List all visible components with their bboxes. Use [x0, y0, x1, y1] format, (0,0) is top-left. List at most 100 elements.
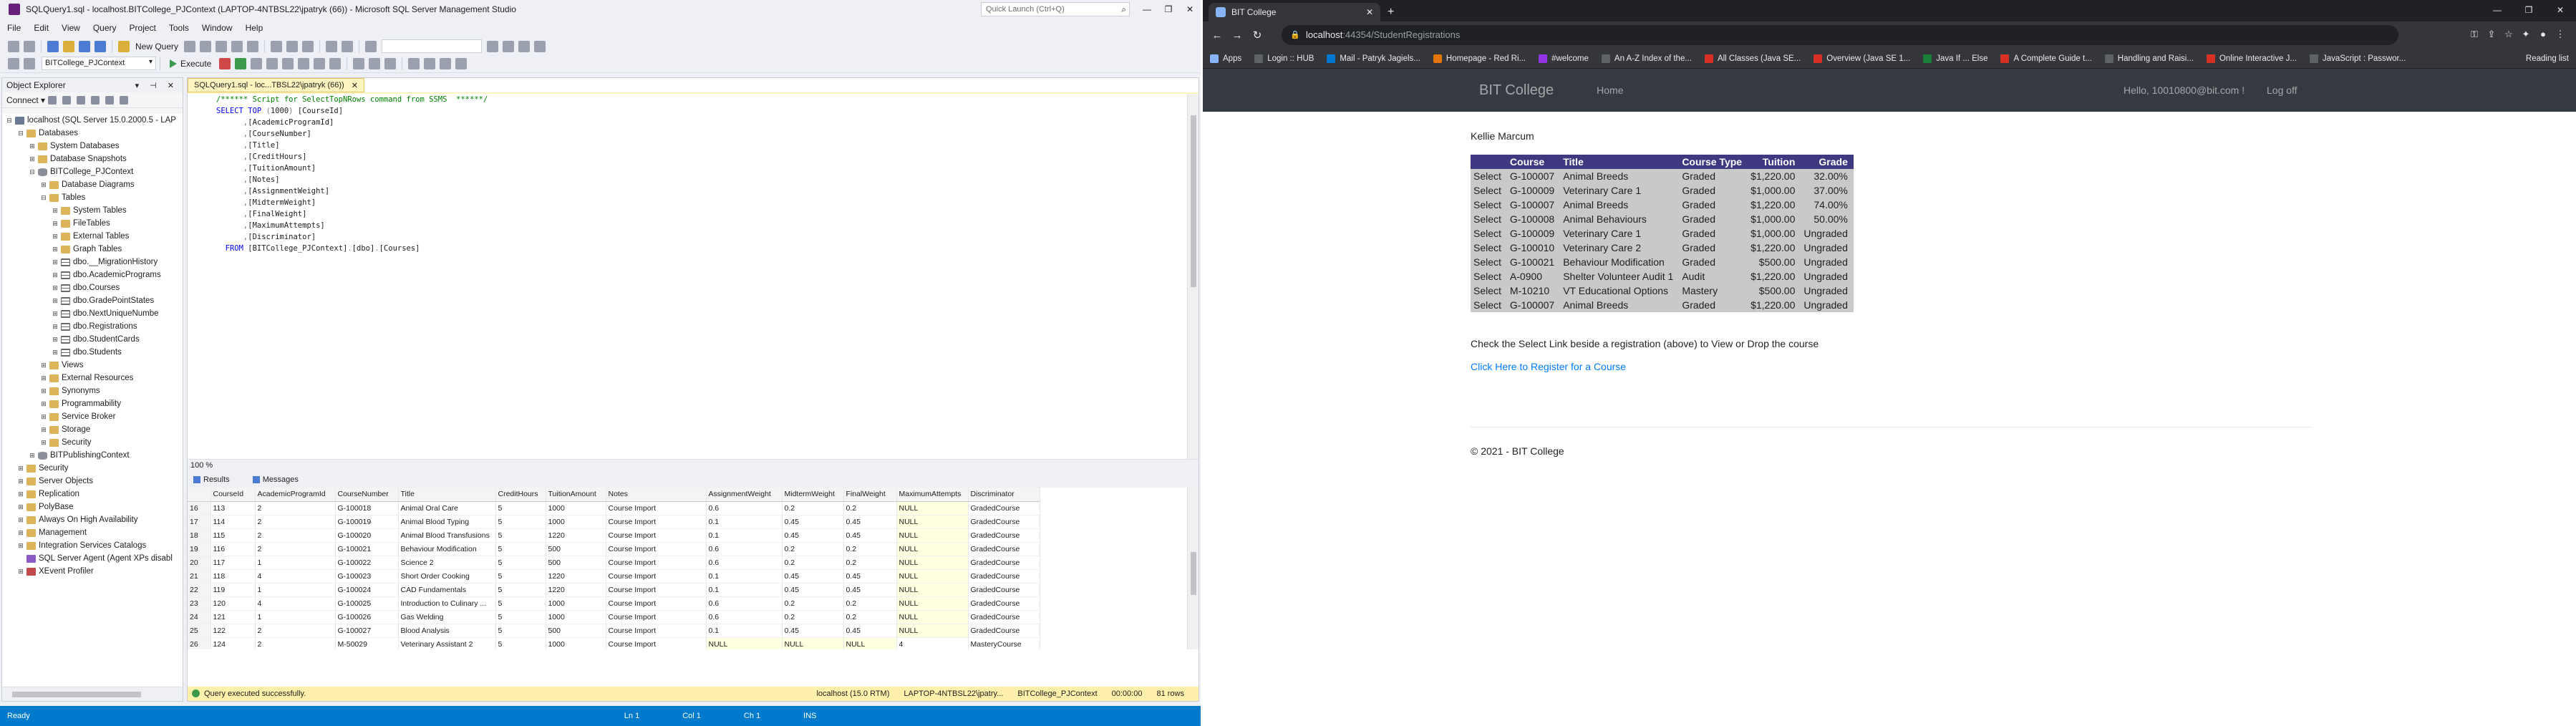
grid-cell[interactable]: NULL	[896, 556, 969, 570]
bookmark-item[interactable]: A Complete Guide t...	[2000, 54, 2092, 63]
column-header[interactable]: MidtermWeight	[782, 488, 844, 502]
stop-icon[interactable]	[219, 57, 231, 69]
tree-node[interactable]: ⊟ Tables	[2, 191, 183, 204]
grid-cell[interactable]: 115	[210, 528, 256, 543]
cut-icon[interactable]	[271, 40, 283, 52]
select-link[interactable]: Select	[1471, 169, 1507, 183]
extensions-icon[interactable]: ✦	[2517, 29, 2534, 40]
profile-icon[interactable]: ●	[2534, 29, 2552, 40]
tree-node[interactable]: ⊞ dbo.StudentCards	[2, 333, 183, 346]
grid-cell[interactable]: G-100021	[335, 542, 399, 556]
site-brand-link[interactable]: BIT College	[1479, 82, 1554, 99]
tree-node[interactable]: ⊞ Integration Services Catalogs	[2, 539, 183, 552]
grid-cell[interactable]: 1220	[546, 528, 606, 543]
grid-cell[interactable]: 0.2	[782, 610, 844, 624]
row-number[interactable]: 18	[188, 528, 211, 543]
bookmark-item[interactable]: Login :: HUB	[1254, 54, 1314, 63]
grid-cell[interactable]: 0.2	[843, 596, 897, 611]
expand-toggle-icon[interactable]: ⊞	[16, 488, 25, 500]
menu-edit[interactable]: Edit	[34, 23, 49, 33]
grid-cell[interactable]: 500	[546, 624, 606, 638]
grid-cell[interactable]: 2	[255, 501, 336, 516]
expand-toggle-icon[interactable]: ⊞	[39, 372, 48, 384]
reading-list-button[interactable]: Reading list	[2526, 49, 2569, 69]
grid-cell[interactable]: 116	[210, 542, 256, 556]
stop-icon[interactable]	[77, 95, 86, 105]
grid-cell[interactable]: 1000	[546, 610, 606, 624]
table-row[interactable]: 23 120 4 G-100025 Introduction to Culinary .…	[188, 596, 1040, 611]
grid-cell[interactable]: 2	[255, 528, 336, 543]
back-icon[interactable]	[8, 40, 19, 52]
bookmark-item[interactable]: All Classes (Java SE...	[1704, 54, 1801, 63]
paste-icon[interactable]	[302, 40, 314, 52]
menu-tools[interactable]: Tools	[169, 23, 189, 33]
connect-server-icon[interactable]	[48, 95, 57, 105]
menu-view[interactable]: View	[62, 23, 80, 33]
grid-cell[interactable]: Course Import	[606, 583, 707, 597]
menu-help[interactable]: Help	[246, 23, 263, 33]
select-link[interactable]: Select	[1471, 284, 1507, 298]
grid-cell[interactable]: 1000	[546, 515, 606, 529]
grid-cell[interactable]: 5	[495, 501, 546, 516]
grid-cell[interactable]: 2	[255, 624, 336, 638]
grid-cell[interactable]: MasteryCourse	[968, 637, 1040, 649]
tree-node[interactable]: ⊞ BITPublishingContext	[2, 449, 183, 462]
tree-node[interactable]: ⊞ Graph Tables	[2, 243, 183, 256]
grid-cell[interactable]: 1000	[546, 637, 606, 649]
grid-cell[interactable]: G-100019	[335, 515, 399, 529]
expand-toggle-icon[interactable]: ⊞	[51, 204, 59, 217]
tree-node[interactable]: ⊞ Replication	[2, 488, 183, 500]
results-grid[interactable]: CourseId AcademicProgramId CourseNumber Tit…	[188, 488, 1187, 649]
grid-cell[interactable]: 117	[210, 556, 256, 570]
select-link[interactable]: Select	[1471, 298, 1507, 312]
intellisense-icon[interactable]	[282, 57, 294, 69]
table-row[interactable]: 24 121 1 G-100026 Gas Welding 5 1000 Course Imp…	[188, 610, 1040, 624]
grid-cell[interactable]: 0.2	[843, 542, 897, 556]
grid-cell[interactable]: 121	[210, 610, 256, 624]
grid-cell[interactable]: 2	[255, 637, 336, 649]
grid-cell[interactable]: CAD Fundamentals	[398, 583, 496, 597]
column-header[interactable]: AssignmentWeight	[706, 488, 783, 502]
grid-cell[interactable]: 2	[255, 542, 336, 556]
grid-cell[interactable]: 0.2	[782, 596, 844, 611]
close-button[interactable]: ✕	[1179, 0, 1201, 19]
grid-cell[interactable]: 118	[210, 569, 256, 584]
table-row[interactable]: 25 122 2 G-100027 Blood Analysis 5 500 Course I…	[188, 624, 1040, 638]
menu-project[interactable]: Project	[130, 23, 156, 33]
zoom-level[interactable]: 100 %	[188, 459, 1199, 472]
select-link[interactable]: Select	[1471, 241, 1507, 255]
grid-cell[interactable]: 0.1	[706, 569, 783, 584]
grid-cell[interactable]: 1000	[546, 596, 606, 611]
grid-cell[interactable]: NULL	[896, 610, 969, 624]
grid-cell[interactable]: 5	[495, 624, 546, 638]
row-number[interactable]: 26	[188, 637, 211, 649]
tree-node[interactable]: ⊞ dbo.AcademicPrograms	[2, 268, 183, 281]
grid-cell[interactable]: NULL	[782, 637, 844, 649]
query-designer-icon[interactable]	[266, 57, 279, 69]
grid-cell[interactable]: 5	[495, 569, 546, 584]
expand-toggle-icon[interactable]: ⊞	[51, 307, 59, 320]
tree-node[interactable]: ⊞ Database Diagrams	[2, 178, 183, 191]
logoff-link[interactable]: Log off	[2267, 84, 2297, 96]
grid-cell[interactable]: NULL	[896, 515, 969, 529]
expand-toggle-icon[interactable]: ⊞	[16, 539, 25, 552]
grid-cell[interactable]: NULL	[896, 569, 969, 584]
grid-cell[interactable]: GradedCourse	[968, 583, 1040, 597]
close-tab-icon[interactable]: ✕	[352, 81, 358, 90]
tree-node[interactable]: ⊞ External Resources	[2, 372, 183, 384]
select-link[interactable]: Select	[1471, 212, 1507, 226]
close-tab-icon[interactable]: ✕	[1366, 7, 1373, 17]
grid-cell[interactable]: 0.1	[706, 583, 783, 597]
client-stats-icon[interactable]	[329, 57, 342, 69]
share-icon[interactable]: ⇪	[2483, 29, 2500, 40]
grid-cell[interactable]: 113	[210, 501, 256, 516]
grid-cell[interactable]: 0.2	[843, 610, 897, 624]
grid-cell[interactable]: NULL	[896, 596, 969, 611]
grid-cell[interactable]: 5	[495, 610, 546, 624]
grid-cell[interactable]: 0.6	[706, 501, 783, 516]
key-icon[interactable]: ⚿	[2466, 29, 2483, 40]
tree-node[interactable]: ⊞ System Tables	[2, 204, 183, 217]
grid-cell[interactable]: 4	[255, 596, 336, 611]
grid-cell[interactable]: 0.1	[706, 515, 783, 529]
results-vertical-scrollbar[interactable]	[1187, 488, 1199, 649]
